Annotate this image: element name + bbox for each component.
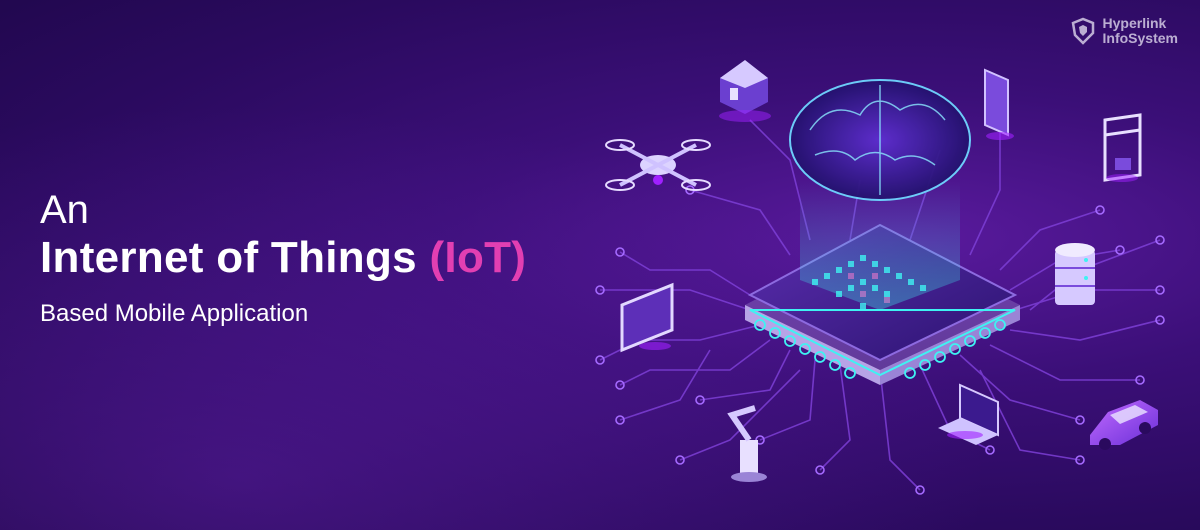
brand-line1: Hyperlink [1102,15,1167,31]
robotic-arm-icon [727,405,767,482]
hero-headline: An Internet of Things (IoT) Based Mobile… [40,188,526,332]
headline-line1: An [40,188,89,232]
smartphone-icon [984,68,1014,140]
laptop-icon [938,383,999,445]
headline-accent: (IoT) [429,233,527,282]
iot-illustration [595,60,1165,495]
drone-icon [605,139,711,191]
house-icon [719,60,771,122]
headline-subtitle: Based Mobile Application [40,300,309,327]
server-database-icon [1055,243,1095,305]
headline-line2: Internet of Things (IoT) [40,232,526,284]
car-icon [1090,400,1158,450]
brain-icon [789,79,971,201]
3d-printer-icon [1103,113,1142,182]
headline-main: Internet of Things [40,233,417,282]
